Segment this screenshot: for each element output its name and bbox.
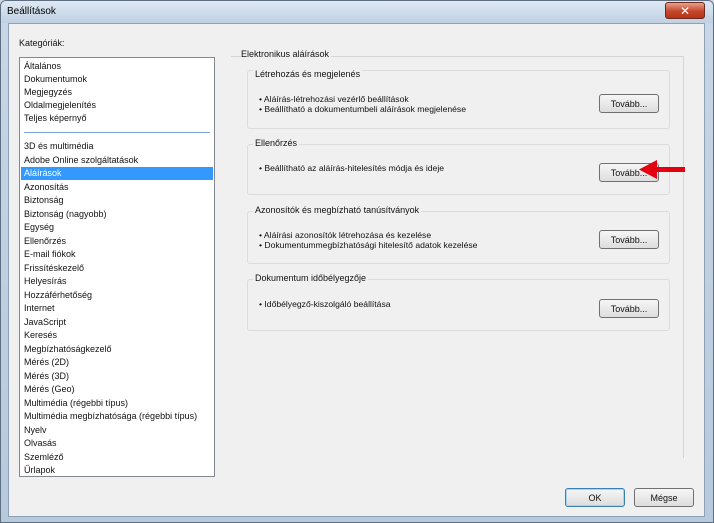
category-item[interactable]: Nyelv	[21, 424, 213, 437]
category-item[interactable]: Teljes képernyő	[21, 112, 213, 125]
group-bullet: • Aláírás-létrehozási vezérlő beállításo…	[259, 94, 409, 104]
close-button[interactable]: ✕	[665, 2, 705, 19]
category-item[interactable]: Multimédia (régebbi típus)	[21, 397, 213, 410]
cancel-button[interactable]: Mégse	[634, 488, 694, 507]
categories-list[interactable]: Általános Dokumentumok Megjegyzés Oldalm…	[19, 57, 215, 477]
red-arrow-icon	[639, 160, 685, 179]
group-title: Azonosítók és megbízható tanúsítványok	[253, 205, 422, 215]
category-item[interactable]: Oldalmegjelenítés	[21, 99, 213, 112]
category-item[interactable]: Adobe Online szolgáltatások	[21, 154, 213, 167]
more-button-creation[interactable]: Tovább...	[599, 94, 659, 113]
category-item[interactable]: Egység	[21, 221, 213, 234]
group-title: Létrehozás és megjelenés	[253, 69, 363, 79]
group-bullet: • Beállítható a dokumentumbeli aláírások…	[259, 104, 466, 114]
category-item[interactable]: Űrlapok	[21, 464, 213, 477]
category-item[interactable]: JavaScript	[21, 316, 213, 329]
category-item[interactable]: Ellenőrzés	[21, 235, 213, 248]
category-item[interactable]: Mérés (3D)	[21, 370, 213, 383]
category-item[interactable]: E-mail fiókok	[21, 248, 213, 261]
group-bullet: • Beállítható az aláírás-hitelesítés mód…	[259, 163, 445, 173]
panel-title: Elektronikus aláírások	[241, 49, 332, 59]
category-item[interactable]: Azonosítás	[21, 181, 213, 194]
group-title: Dokumentum időbélyegzője	[253, 273, 369, 283]
category-separator	[24, 132, 210, 133]
group-bullet: • Aláírási azonosítók létrehozása és kez…	[259, 230, 432, 240]
category-item[interactable]: Hozzáférhetőség	[21, 289, 213, 302]
category-item[interactable]: Dokumentumok	[21, 73, 213, 86]
title-bar: Beállítások ✕	[1, 1, 713, 23]
group-title: Ellenőrzés	[253, 138, 300, 148]
category-item[interactable]: Mérés (2D)	[21, 356, 213, 369]
category-item[interactable]: Multimédia megbízhatósága (régebbi típus…	[21, 410, 213, 423]
category-item[interactable]: Megbízhatóságkezelő	[21, 343, 213, 356]
category-item[interactable]: Biztonság (nagyobb)	[21, 208, 213, 221]
category-item[interactable]: Szemléző	[21, 451, 213, 464]
more-button-timestamp[interactable]: Tovább...	[599, 299, 659, 318]
window-title: Beállítások	[7, 6, 56, 17]
dialog-body: Kategóriák: Általános Dokumentumok Megje…	[8, 23, 705, 517]
category-item[interactable]: Keresés	[21, 329, 213, 342]
category-item[interactable]: Olvasás	[21, 437, 213, 450]
category-item[interactable]: Mérés (Geo)	[21, 383, 213, 396]
preferences-dialog: Beállítások ✕ Kategóriák: Általános Doku…	[0, 0, 714, 523]
category-item[interactable]: 3D és multimédia	[21, 140, 213, 153]
category-item[interactable]: Általános	[21, 60, 213, 73]
category-item-selected[interactable]: Aláírások	[21, 167, 213, 180]
category-item[interactable]: Frissítéskezelő	[21, 262, 213, 275]
group-bullet: • Dokumentummegbízhatósági hitelesítő ad…	[259, 240, 478, 250]
more-button-identities[interactable]: Tovább...	[599, 230, 659, 249]
ok-button[interactable]: OK	[565, 488, 625, 507]
category-item[interactable]: Internet	[21, 302, 213, 315]
category-item[interactable]: Helyesírás	[21, 275, 213, 288]
category-item[interactable]: Biztonság	[21, 194, 213, 207]
category-item[interactable]: Megjegyzés	[21, 86, 213, 99]
group-bullet: • Időbélyegző-kiszolgáló beállítása	[259, 299, 391, 309]
categories-label: Kategóriák:	[19, 38, 65, 48]
